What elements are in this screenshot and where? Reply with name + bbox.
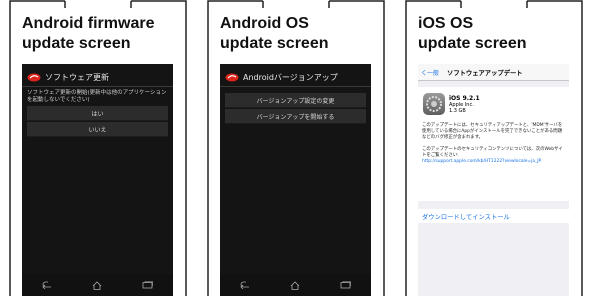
- nav-bar: [220, 274, 371, 296]
- start-update-button[interactable]: バージョンアップを開始する: [225, 109, 366, 124]
- home-icon[interactable]: [288, 280, 302, 290]
- recent-apps-icon[interactable]: [141, 280, 155, 290]
- back-button[interactable]: く一般: [421, 68, 439, 77]
- phone-screen: く一般 ソフトウェアアップデート iOS 9.2.1 Apple Inc. 1.…: [418, 64, 569, 296]
- change-update-settings-button[interactable]: バージョンアップ設定の変更: [225, 93, 366, 108]
- app-titlebar: Androidバージョンアップ: [220, 68, 371, 87]
- update-message: ソフトウェア更新の開始(更新中は他のアプリケーションを起動しないでください): [27, 90, 167, 103]
- recent-apps-icon[interactable]: [339, 280, 353, 290]
- screen-title: Androidバージョンアップ: [243, 72, 338, 82]
- security-link[interactable]: http://support.apple.com/kb/HT1222?viewl…: [422, 159, 565, 165]
- security-note: このアップデートのセキュリティコンテンツについては、次のWebサイトをご覧くださ…: [422, 147, 563, 158]
- yes-button[interactable]: はい: [27, 106, 168, 121]
- home-icon[interactable]: [90, 280, 104, 290]
- ios-navbar: く一般 ソフトウェアアップデート: [418, 64, 569, 81]
- no-button[interactable]: いいえ: [27, 122, 168, 137]
- update-info-card: iOS 9.2.1 Apple Inc. 1.3 GB このアップデートには、セ…: [418, 87, 569, 201]
- update-size: 1.3 GB: [449, 108, 466, 114]
- nav-bar: [22, 274, 173, 296]
- update-version: iOS 9.2.1: [449, 95, 480, 102]
- nav-title: ソフトウェアアップデート: [447, 69, 523, 77]
- settings-gear-icon: [423, 93, 445, 115]
- brand-logo-icon: [27, 73, 41, 81]
- panel-android-firmware: Android firmware update screen ソフトウェア更新 …: [9, 0, 187, 296]
- panel-ios: iOS OS update screen く一般 ソフトウェアアップデート iO…: [405, 0, 583, 296]
- download-install-button[interactable]: ダウンロードしてインストール: [418, 209, 569, 223]
- download-install-label: ダウンロードしてインストール: [422, 213, 510, 221]
- screen-title: ソフトウェア更新: [45, 72, 109, 82]
- phone-screen: ソフトウェア更新 ソフトウェア更新の開始(更新中は他のアプリケーションを起動しな…: [22, 64, 173, 296]
- app-titlebar: ソフトウェア更新: [22, 68, 173, 87]
- update-description: このアップデートには、セキュリティアップデートと、'MDM'サーバを使用している…: [422, 123, 563, 140]
- panel-android-os: Android OS update screen Androidバージョンアップ…: [207, 0, 385, 296]
- phone-screen: Androidバージョンアップ バージョンアップ設定の変更 バージョンアップを開…: [220, 64, 371, 296]
- back-icon[interactable]: [238, 280, 252, 290]
- panel-caption: Android firmware update screen: [22, 15, 155, 52]
- back-icon[interactable]: [40, 280, 54, 290]
- brand-logo-icon: [225, 73, 239, 81]
- panel-caption: Android OS update screen: [220, 15, 329, 52]
- panel-caption: iOS OS update screen: [418, 15, 527, 52]
